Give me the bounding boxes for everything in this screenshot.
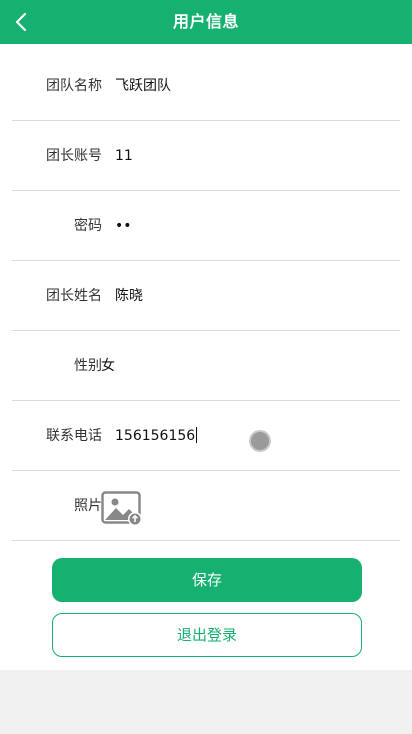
- password-field[interactable]: ••: [115, 191, 132, 261]
- phone-row: 联系电话 156156156: [12, 401, 400, 471]
- password-label: 密码: [74, 218, 102, 234]
- text-cursor: [196, 427, 198, 443]
- photo-label: 照片: [74, 498, 102, 514]
- logout-button[interactable]: 退出登录: [52, 613, 362, 657]
- touch-indicator: [249, 430, 271, 452]
- leader-account-row: 团长账号 11: [12, 121, 400, 191]
- leader-account-label: 团长账号: [46, 148, 102, 164]
- gender-row: 性别 女: [12, 331, 400, 401]
- top-bar: 用户信息: [0, 0, 412, 44]
- gender-label: 性别: [74, 358, 102, 374]
- page-title: 用户信息: [172, 12, 239, 31]
- leader-name-label: 团长姓名: [46, 288, 102, 304]
- leader-name-field[interactable]: 陈晓: [115, 261, 143, 331]
- phone-field[interactable]: 156156156: [115, 401, 198, 471]
- leader-name-row: 团长姓名 陈晓: [12, 261, 400, 331]
- image-upload-icon[interactable]: [101, 491, 143, 527]
- phone-label: 联系电话: [46, 428, 102, 444]
- team-name-field[interactable]: 飞跃团队: [115, 51, 171, 121]
- team-name-label: 团队名称: [46, 78, 102, 94]
- gender-selector[interactable]: 女: [101, 331, 115, 401]
- save-button[interactable]: 保存: [52, 558, 362, 602]
- leader-account-field[interactable]: 11: [115, 121, 133, 191]
- password-row: 密码 ••: [12, 191, 400, 261]
- phone-value: 156156156: [115, 428, 196, 444]
- photo-row: 照片: [12, 471, 400, 541]
- team-name-row: 团队名称 飞跃团队: [12, 51, 400, 121]
